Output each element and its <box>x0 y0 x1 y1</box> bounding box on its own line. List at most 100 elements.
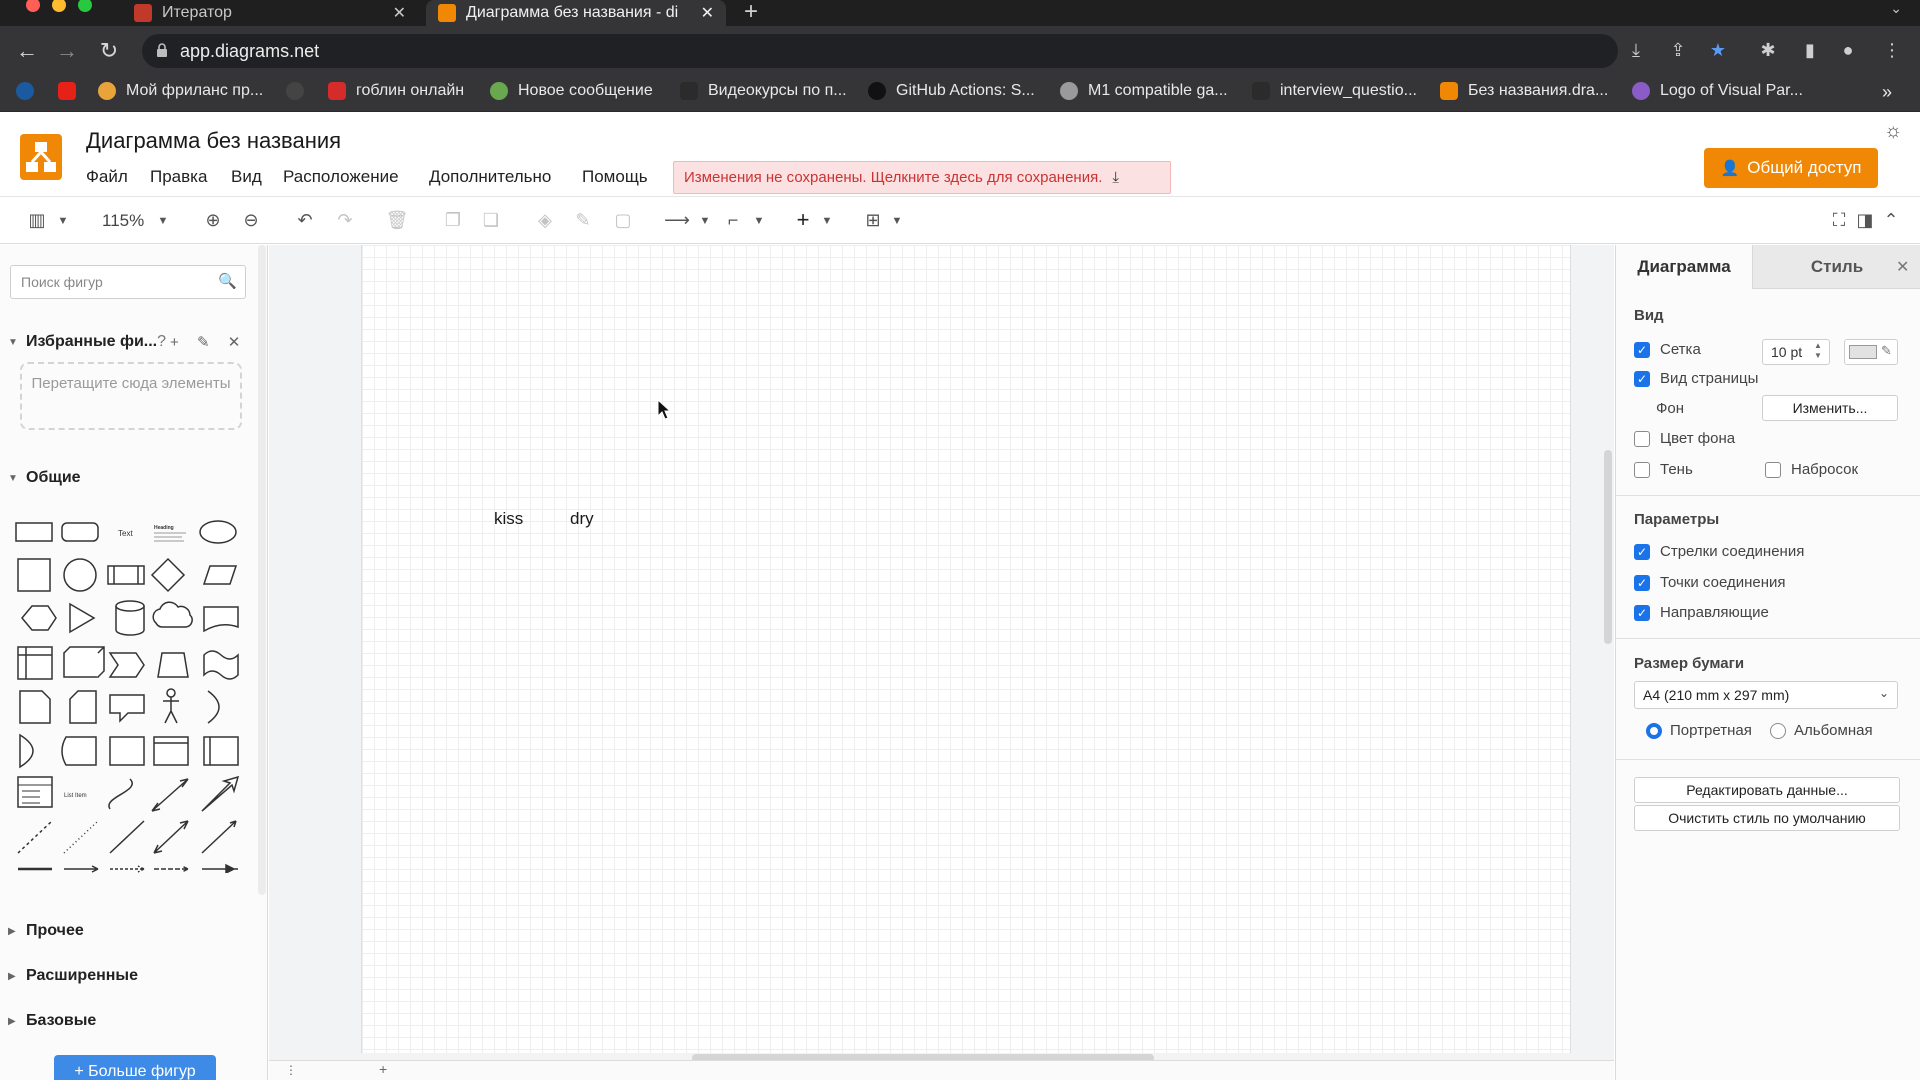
tab-style[interactable]: Стиль <box>1752 245 1920 289</box>
extensions-puzzle-icon[interactable]: ✱ <box>1756 40 1780 61</box>
menu-arrange[interactable]: Расположение <box>283 167 399 187</box>
insert-plus-icon[interactable]: + <box>790 207 816 233</box>
fill-color-icon[interactable]: ◈ <box>532 210 558 231</box>
diagram-cell-dry[interactable]: dry <box>570 509 594 529</box>
close-panel-icon[interactable]: ✕ <box>1896 257 1909 277</box>
chevron-down-icon[interactable]: ▼ <box>884 215 910 227</box>
more-shapes-button[interactable]: + Больше фигур <box>54 1055 216 1080</box>
zoom-level[interactable]: 115% <box>102 211 144 231</box>
shape-search-input[interactable]: Поиск фигур 🔍 <box>10 265 246 299</box>
clear-default-style-button[interactable]: Очистить стиль по умолчанию <box>1634 805 1900 831</box>
menu-help[interactable]: Помощь <box>582 167 648 187</box>
bookmark-youtube-icon[interactable] <box>58 82 86 100</box>
delete-trash-icon[interactable]: 🗑 <box>384 210 410 231</box>
favorites-section-header[interactable]: ▼ Избранные фи... ? <box>8 333 166 351</box>
chevron-down-icon[interactable]: ▼ <box>814 215 840 227</box>
general-shapes-palette[interactable]: Text Heading List Item <box>12 513 248 873</box>
portrait-option[interactable]: Портретная <box>1646 722 1752 739</box>
portrait-radio[interactable] <box>1646 722 1662 739</box>
zoom-chevron-down-icon[interactable]: ▼ <box>150 215 176 227</box>
add-icon[interactable]: + <box>170 334 179 351</box>
connection-arrows-option[interactable]: ✓ Стрелки соединения <box>1634 543 1804 560</box>
zoom-out-icon[interactable]: ⊖ <box>238 210 264 231</box>
drawio-logo[interactable] <box>20 134 62 180</box>
connection-style-icon[interactable]: ⟶ <box>664 210 690 231</box>
shadow-checkbox[interactable] <box>1634 461 1650 478</box>
close-icon[interactable]: ✕ <box>393 3 406 23</box>
sidebar-scrollbar[interactable] <box>258 245 266 895</box>
table-icon[interactable]: ⊞ <box>860 210 886 231</box>
diagram-page[interactable]: kiss dry <box>361 245 1571 1053</box>
other-section-header[interactable]: ▶ Прочее <box>8 922 84 940</box>
unsaved-changes-notice[interactable]: Изменения не сохранены. Щелкните здесь д… <box>673 161 1171 194</box>
edit-data-button[interactable]: Редактировать данные... <box>1634 777 1900 803</box>
sketch-option[interactable]: Набросок <box>1765 461 1858 478</box>
paper-size-select[interactable]: A4 (210 mm x 297 mm) ⌄ <box>1634 681 1898 709</box>
chevron-down-icon[interactable]: ▼ <box>692 215 718 227</box>
window-close-button[interactable] <box>26 0 40 12</box>
tab-diagram[interactable]: Диаграмма <box>1616 245 1752 289</box>
side-panel-icon[interactable]: ▮ <box>1798 40 1822 61</box>
to-front-icon[interactable]: ❐ <box>440 210 466 231</box>
forward-arrow-icon[interactable]: → <box>54 38 80 64</box>
connection-points-checkbox[interactable]: ✓ <box>1634 574 1650 591</box>
bg-color-checkbox[interactable] <box>1634 430 1650 447</box>
view-panels-icon[interactable]: ▥ <box>24 210 50 231</box>
bookmark-item[interactable]: interview_questio... <box>1252 82 1417 100</box>
install-app-icon[interactable]: ⤓ <box>1624 40 1648 61</box>
general-section-header[interactable]: ▼ Общие <box>8 469 81 487</box>
menu-view[interactable]: Вид <box>231 167 262 187</box>
menu-file[interactable]: Файл <box>86 167 128 187</box>
bookmark-item[interactable]: гоблин онлайн <box>328 82 464 100</box>
shadow-icon[interactable]: ▢ <box>610 210 636 231</box>
fullscreen-icon[interactable]: ⛶ <box>1826 210 1852 231</box>
menu-extras[interactable]: Дополнительно <box>429 167 551 187</box>
share-button[interactable]: 👤 Общий доступ <box>1704 148 1878 188</box>
close-icon[interactable]: ✕ <box>701 3 714 23</box>
bookmark-item[interactable]: GitHub Actions: S... <box>868 82 1035 100</box>
waypoints-icon[interactable]: ⌐ <box>720 210 746 231</box>
advanced-section-header[interactable]: ▶ Расширенные <box>8 967 138 985</box>
connection-points-option[interactable]: ✓ Точки соединения <box>1634 574 1786 591</box>
grid-option[interactable]: ✓ Сетка <box>1634 341 1701 358</box>
page-view-checkbox[interactable]: ✓ <box>1634 370 1650 387</box>
chevron-down-icon[interactable]: ▼ <box>746 215 772 227</box>
window-zoom-button[interactable] <box>78 0 92 12</box>
browser-tab-diagram[interactable]: Диаграмма без названия - di ✕ <box>426 0 726 26</box>
line-color-icon[interactable]: ✎ <box>570 210 596 231</box>
sketch-checkbox[interactable] <box>1765 461 1781 478</box>
redo-icon[interactable]: ↷ <box>332 210 358 231</box>
browser-tab-iterator[interactable]: Итератор ✕ <box>122 0 418 26</box>
format-panel-toggle-icon[interactable]: ◨ <box>1852 210 1878 231</box>
bookmark-item[interactable]: Мой фриланс пр... <box>98 82 263 100</box>
theme-sun-icon[interactable]: ☼ <box>1884 120 1902 143</box>
bookmark-item[interactable] <box>286 82 314 100</box>
grid-checkbox[interactable]: ✓ <box>1634 341 1650 358</box>
landscape-option[interactable]: Альбомная <box>1770 722 1873 739</box>
bookmark-steam-icon[interactable] <box>16 82 44 100</box>
new-tab-icon[interactable]: + <box>744 0 758 26</box>
basic-section-header[interactable]: ▶ Базовые <box>8 1012 96 1030</box>
zoom-in-icon[interactable]: ⊕ <box>200 210 226 231</box>
diagram-canvas[interactable]: kiss dry <box>269 245 1614 1060</box>
bookmark-star-icon[interactable]: ★ <box>1706 40 1730 61</box>
favorites-help[interactable]: ? <box>157 333 166 351</box>
guides-option[interactable]: ✓ Направляющие <box>1634 604 1769 621</box>
page-view-option[interactable]: ✓ Вид страницы <box>1634 370 1758 387</box>
profile-avatar-icon[interactable]: ● <box>1836 40 1860 61</box>
add-page-icon[interactable]: + <box>379 1061 387 1077</box>
diagram-cell-kiss[interactable]: kiss <box>494 509 523 529</box>
bg-color-option[interactable]: Цвет фона <box>1634 430 1735 447</box>
edit-pencil-icon[interactable]: ✎ <box>197 334 210 351</box>
search-icon[interactable]: 🔍 <box>218 272 237 290</box>
bookmark-item[interactable]: M1 compatible ga... <box>1060 82 1228 100</box>
landscape-radio[interactable] <box>1770 722 1786 739</box>
grid-color-swatch[interactable]: ✎ <box>1844 339 1898 365</box>
guides-checkbox[interactable]: ✓ <box>1634 604 1650 621</box>
tab-search-chevron-icon[interactable]: ⌄ <box>1890 0 1902 17</box>
bookmark-item[interactable]: Новое сообщение <box>490 82 653 100</box>
undo-icon[interactable]: ↶ <box>292 210 318 231</box>
reload-icon[interactable]: ↻ <box>96 38 122 64</box>
close-icon[interactable]: ✕ <box>228 334 241 351</box>
bookmark-item[interactable]: Без названия.dra... <box>1440 82 1608 100</box>
